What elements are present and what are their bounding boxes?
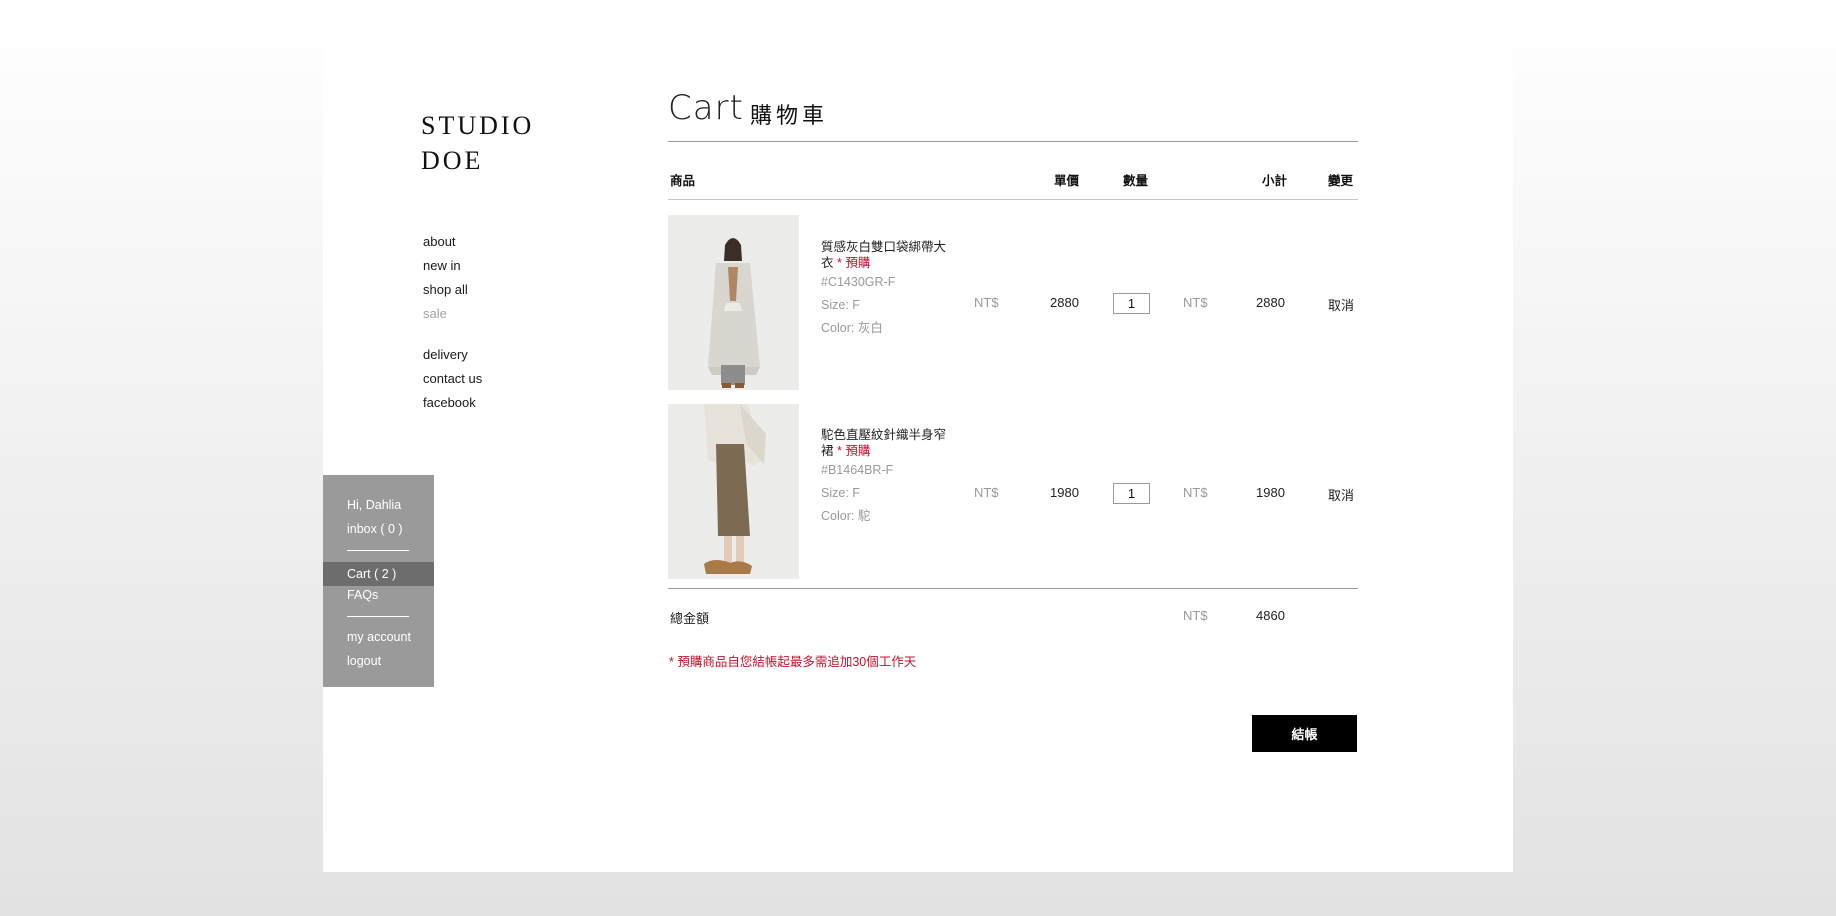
- cart-table-header: 商品 單價 數量 小計 變更: [668, 142, 1358, 200]
- nav-sale[interactable]: sale: [423, 305, 468, 329]
- cart-total-row: 總金額 NT$ 4860: [668, 588, 1358, 651]
- item-color: Color: 灰白: [821, 321, 883, 335]
- info-nav: delivery contact us facebook: [423, 346, 482, 418]
- unit-price: 1980: [1050, 485, 1079, 500]
- unit-price: 2880: [1050, 295, 1079, 310]
- header-quantity: 數量: [1123, 174, 1149, 188]
- price-currency: NT$: [974, 485, 999, 500]
- item-size: Size: F: [821, 298, 860, 312]
- total-label: 總金額: [670, 611, 710, 626]
- cart-item-row: 質感灰白雙口袋綁帶大衣 * 預購 #C1430GR-F Size: F Colo…: [668, 200, 1358, 390]
- cancel-button[interactable]: 取消: [1328, 295, 1354, 314]
- faqs-link[interactable]: FAQs: [323, 586, 434, 610]
- header-action: 變更: [1328, 174, 1354, 188]
- logout-link[interactable]: logout: [323, 652, 434, 676]
- item-size: Size: F: [821, 486, 860, 500]
- account-greeting: Hi, Dahlia: [347, 498, 402, 512]
- nav-facebook[interactable]: facebook: [423, 394, 482, 418]
- item-subtotal: 2880: [1256, 295, 1285, 310]
- preorder-badge: * 預購: [837, 444, 871, 458]
- item-color: Color: 駝: [821, 509, 871, 523]
- cart-title-en: Cart: [668, 88, 744, 128]
- price-currency: NT$: [974, 295, 999, 310]
- total-currency: NT$: [1183, 608, 1208, 623]
- preorder-badge: * 預購: [837, 256, 871, 270]
- page-container: STUDIO DOE about new in shop all sale de…: [323, 0, 1513, 872]
- item-info: 駝色直壓紋針織半身窄裙 * 預購 #B1464BR-F Size: F Colo…: [821, 427, 946, 524]
- account-divider: [347, 550, 409, 551]
- cart-title-zh: 購物車: [750, 103, 829, 128]
- my-account-link[interactable]: my account: [323, 628, 434, 652]
- nav-contact-us[interactable]: contact us: [423, 370, 482, 394]
- header-subtotal: 小計: [1262, 174, 1288, 188]
- cart-section: Cart 購物車 商品 單價 數量 小計 變更 質感灰白雙口袋綁帶大衣 * 預購…: [668, 88, 1358, 752]
- cart-item-row: 駝色直壓紋針織半身窄裙 * 預購 #B1464BR-F Size: F Colo…: [668, 390, 1358, 580]
- nav-new-in[interactable]: new in: [423, 257, 468, 281]
- subtotal-currency: NT$: [1183, 295, 1208, 310]
- quantity-input[interactable]: [1113, 483, 1150, 504]
- account-divider: [347, 616, 409, 617]
- checkout-button[interactable]: 結帳: [1252, 715, 1357, 752]
- skirt-photo-icon[interactable]: [668, 404, 799, 579]
- item-info: 質感灰白雙口袋綁帶大衣 * 預購 #C1430GR-F Size: F Colo…: [821, 239, 946, 336]
- total-amount: 4860: [1256, 608, 1285, 623]
- account-panel: Hi, Dahlia inbox ( 0 ) Cart ( 2 ) FAQs m…: [323, 475, 434, 687]
- cart-title: Cart 購物車: [668, 88, 1358, 142]
- item-subtotal: 1980: [1256, 485, 1285, 500]
- subtotal-currency: NT$: [1183, 485, 1208, 500]
- brand-line-1: STUDIO: [421, 111, 535, 140]
- brand-logo[interactable]: STUDIO DOE: [421, 108, 534, 178]
- quantity-input[interactable]: [1113, 293, 1150, 314]
- brand-line-2: DOE: [421, 146, 484, 175]
- nav-about[interactable]: about: [423, 233, 468, 257]
- main-nav: about new in shop all sale: [423, 233, 468, 329]
- item-sku: #C1430GR-F: [821, 275, 896, 289]
- nav-shop-all[interactable]: shop all: [423, 281, 468, 305]
- header-unit-price: 單價: [1054, 174, 1080, 188]
- coat-photo-icon[interactable]: [668, 215, 799, 390]
- preorder-note: * 預購商品自您結帳起最多需追加30個工作天: [669, 655, 917, 669]
- nav-delivery[interactable]: delivery: [423, 346, 482, 370]
- inbox-link[interactable]: inbox ( 0 ): [323, 520, 434, 544]
- cancel-button[interactable]: 取消: [1328, 485, 1354, 504]
- header-product: 商品: [670, 174, 696, 188]
- item-sku: #B1464BR-F: [821, 463, 894, 477]
- cart-link[interactable]: Cart ( 2 ): [323, 562, 434, 586]
